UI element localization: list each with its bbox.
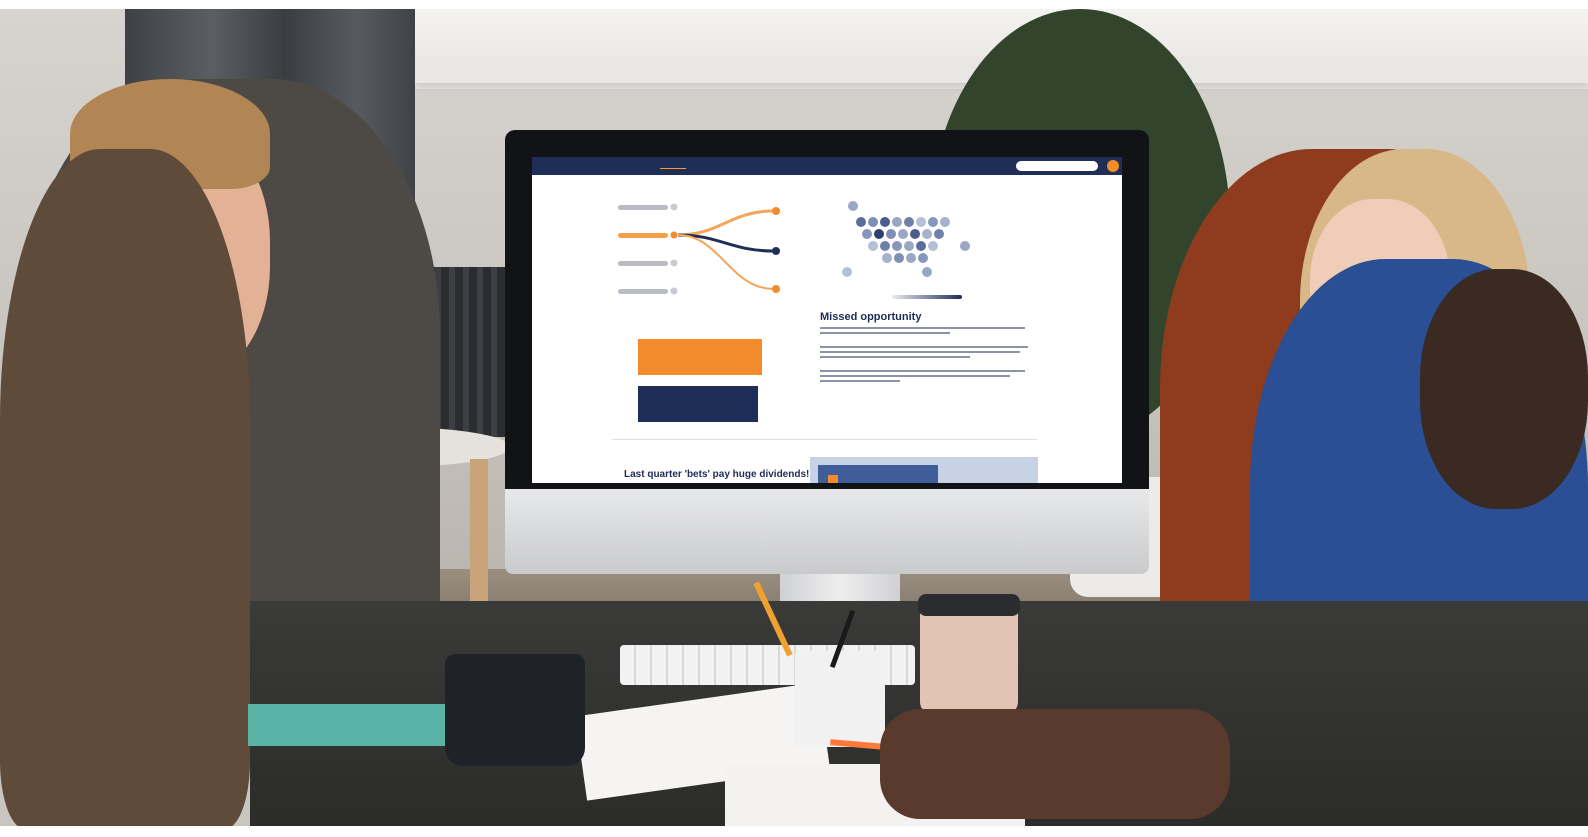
bottom-headline: Last quarter 'bets' pay huge dividends! [624,469,810,480]
divider [612,439,1037,440]
pencil-holder [795,651,885,747]
office-photo: Missed opportunity Last quarter 'bets' p… [0,9,1588,826]
bar-orange [638,339,762,375]
avatar[interactable] [1107,160,1119,172]
hand [880,709,1230,819]
dashboard-navbar [532,157,1122,175]
sankey-left-label [618,205,668,210]
article-body [820,327,1030,382]
mug [445,654,585,766]
sankey-left-label [618,289,668,294]
nav-item[interactable] [696,162,732,170]
face [1420,269,1588,509]
sankey-left-label [618,261,668,266]
nav-item-active[interactable] [660,162,686,169]
nav-item[interactable] [630,162,648,170]
sankey-diagram [670,203,780,295]
app-logo [554,161,572,169]
monitor-chin [505,489,1149,574]
cup-lid [918,594,1020,616]
bottom-map [810,457,1038,483]
nav-item[interactable] [598,162,612,170]
side-table-leg [470,459,488,609]
search-input[interactable] [1016,161,1098,171]
monitor-screen: Missed opportunity Last quarter 'bets' p… [532,157,1122,483]
nav-item[interactable] [744,162,770,170]
hex-map [842,201,982,291]
article-heading: Missed opportunity [820,311,922,323]
person-left-foreground [0,149,250,826]
sankey-left-label [618,233,668,238]
bar-navy [638,386,758,422]
hexmap-legend [892,295,962,299]
